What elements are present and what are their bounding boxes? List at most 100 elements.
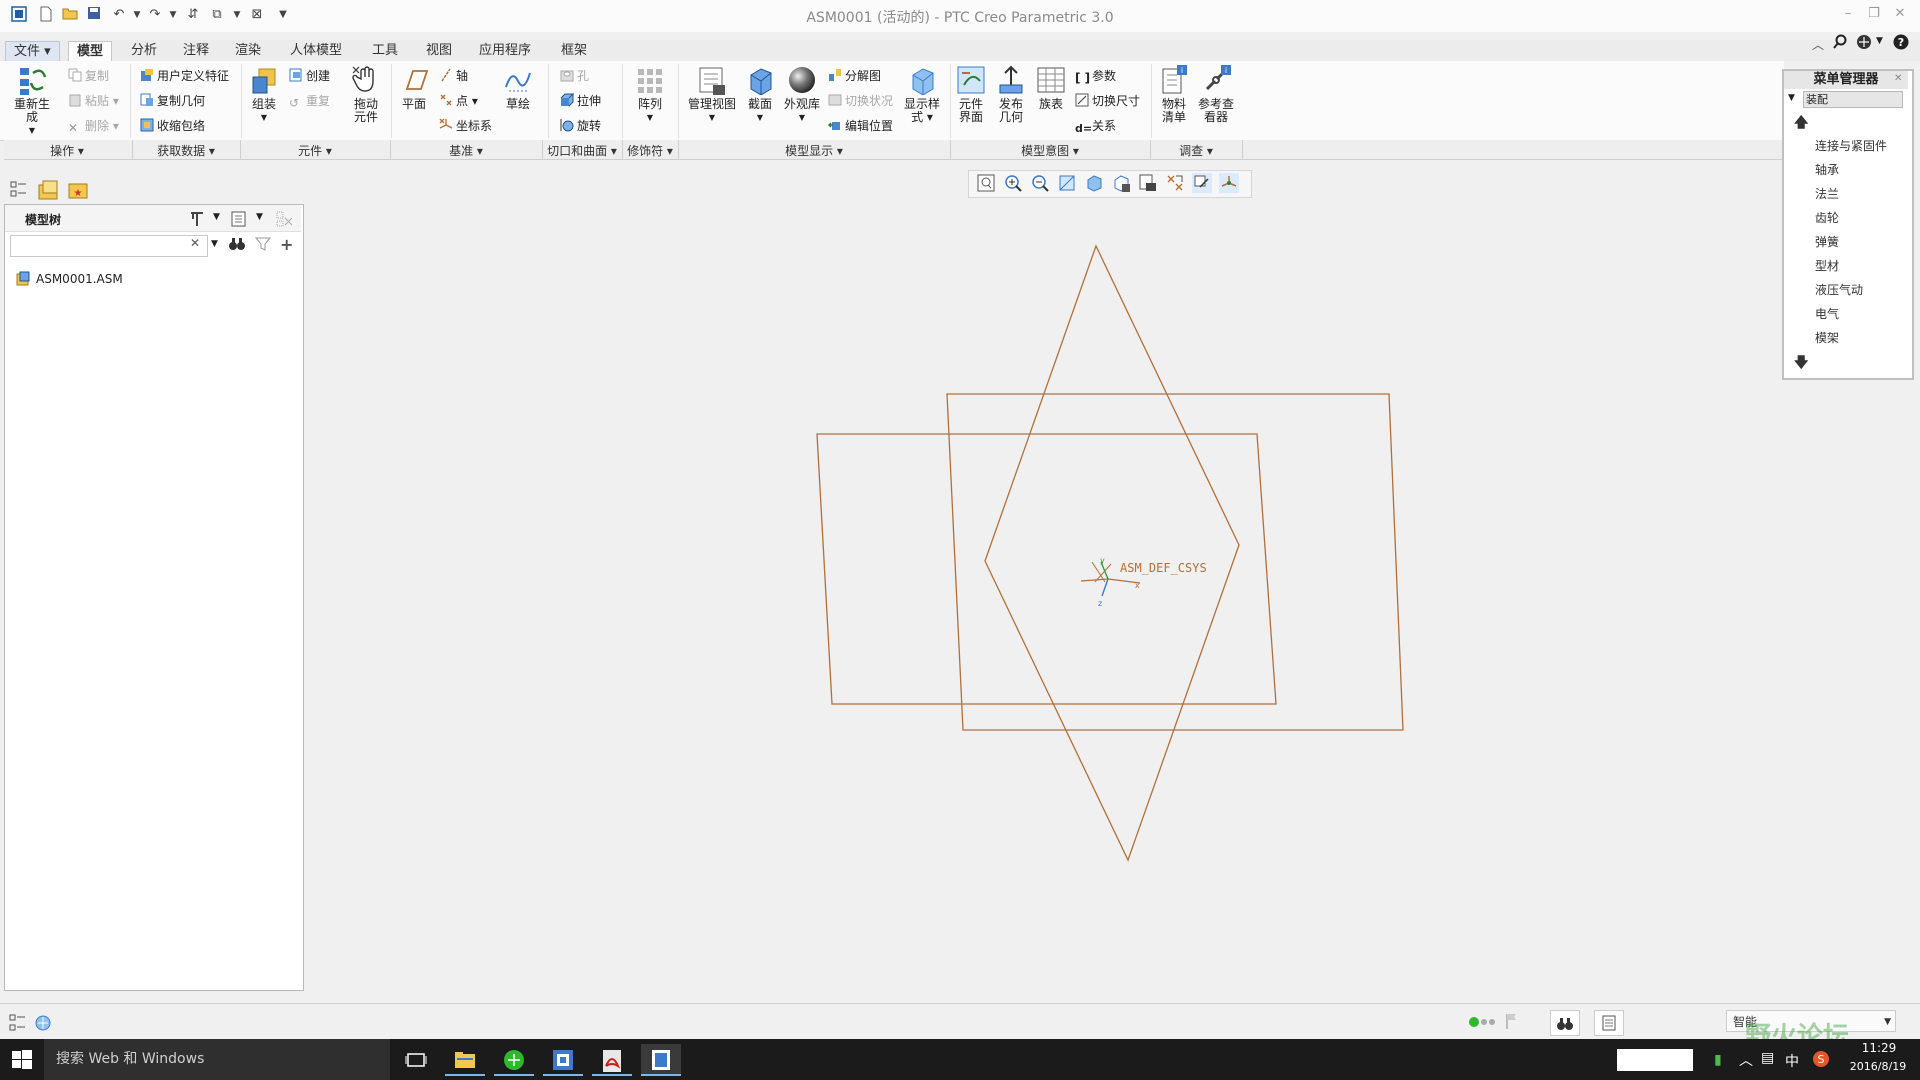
tab-file[interactable]: 文件 ▾ [5, 41, 60, 62]
pattern-button[interactable]: 阵列 ▼ [627, 65, 673, 124]
clock-date[interactable]: 2016/8/19 [1838, 1060, 1918, 1073]
parameters-button[interactable]: [ ] 参数 [1075, 67, 1116, 85]
find-binoculars-icon[interactable] [228, 235, 246, 256]
menu-item-hydraulics[interactable]: 液压气动 [1815, 281, 1863, 298]
open-icon[interactable] [61, 6, 79, 24]
clear-search-icon[interactable]: ✕ [190, 236, 200, 250]
menu-section-assembly[interactable]: 装配 [1803, 91, 1903, 108]
minimize-icon[interactable]: – [1838, 6, 1858, 24]
view-manager-icon[interactable] [1138, 173, 1158, 193]
group-operations[interactable]: 操作 ▾ [4, 142, 130, 159]
extrude-button[interactable]: 拉伸 [560, 92, 601, 110]
creo-parametric-icon[interactable] [641, 1044, 681, 1076]
windows-dropdown-icon[interactable]: ▼ [228, 6, 246, 24]
close-icon[interactable]: ✕ [1890, 6, 1910, 24]
browser-icon[interactable] [494, 1044, 534, 1076]
family-table-button[interactable]: 族表 [1028, 65, 1074, 111]
copy-button[interactable]: 复制 [68, 67, 109, 85]
group-model-intent[interactable]: 模型意图 ▾ [950, 142, 1150, 159]
search-icon[interactable] [1832, 34, 1848, 53]
plane-button[interactable]: 平面 [391, 65, 437, 111]
selection-list-button[interactable] [1594, 1010, 1624, 1036]
paste-button[interactable]: 粘贴 ▾ [68, 92, 119, 110]
action-center-icon[interactable]: ▤ [1761, 1050, 1774, 1066]
undo-icon[interactable]: ↶ [110, 6, 128, 24]
zoom-out-icon[interactable] [1030, 173, 1050, 193]
create-component-button[interactable]: 创建 [289, 67, 330, 85]
regenerate-quick-icon[interactable]: ⇵ [184, 6, 202, 24]
community-icon[interactable] [1856, 34, 1874, 53]
tab-framework[interactable]: 框架 [553, 41, 595, 60]
app-icon[interactable] [10, 6, 28, 24]
section-button[interactable]: 截面 ▼ [737, 65, 783, 124]
search-history-dropdown-icon[interactable]: ▼ [211, 239, 218, 249]
group-model-display[interactable]: 模型显示 ▾ [678, 142, 950, 159]
menu-item-electrical[interactable]: 电气 [1815, 305, 1839, 322]
windows-icon[interactable]: ⧉ [208, 6, 226, 24]
sogou-ime-icon[interactable]: S [1812, 1050, 1830, 1071]
manage-views-button[interactable]: 管理视图 ▼ [686, 65, 738, 124]
copy-geometry-button[interactable]: 复制几何 [140, 92, 205, 110]
drag-components-button[interactable]: 拖动 元件 [343, 65, 389, 124]
point-button[interactable]: 点 ▾ [439, 92, 478, 110]
customize-quick-access-icon[interactable]: ▼ [274, 6, 292, 24]
menu-item-mold-base[interactable]: 模架 [1815, 329, 1839, 346]
sketch-button[interactable]: 草绘 [495, 65, 541, 111]
tab-render[interactable]: 渲染 [227, 41, 269, 60]
group-datum[interactable]: 基准 ▾ [390, 142, 542, 159]
delete-button[interactable]: ✕ 删除 ▾ [68, 117, 119, 135]
show-hidden-icons-icon[interactable]: ︿ [1739, 1050, 1753, 1070]
creo-launcher-icon[interactable] [543, 1044, 583, 1076]
switch-dimensions-button[interactable]: 切换尺寸 [1075, 92, 1140, 110]
show-filter-dropdown-icon[interactable]: ▼ [256, 212, 263, 222]
zoom-in-icon[interactable] [1003, 173, 1023, 193]
hole-button[interactable]: 孔 [560, 67, 589, 85]
spin-center-icon[interactable] [1219, 173, 1239, 193]
add-icon[interactable]: + [280, 235, 293, 254]
repeat-button[interactable]: ↺ 重复 [289, 92, 330, 110]
tree-search-input[interactable] [10, 235, 208, 257]
selection-filter-dropdown[interactable]: 智能 ▼ [1726, 1010, 1896, 1032]
display-style-button[interactable]: 显示样式 ▾ [899, 65, 945, 124]
tree-settings-icon[interactable] [188, 210, 206, 231]
refit-icon[interactable] [976, 173, 996, 193]
tab-analysis[interactable]: 分析 [123, 41, 165, 60]
shrinkwrap-button[interactable]: 收缩包络 [140, 117, 205, 135]
menu-manager-close-icon[interactable]: ✕ [1894, 73, 1902, 84]
exploded-view-button[interactable]: 分解图 [828, 67, 881, 85]
taskbar-address-box[interactable] [1617, 1049, 1693, 1071]
appearance-gallery-button[interactable]: 外观库 ▼ [779, 65, 825, 124]
taskbar-search-box[interactable]: 搜索 Web 和 Windows [44, 1039, 390, 1080]
bom-button[interactable]: i 物料 清单 [1151, 65, 1197, 124]
group-cut-surface[interactable]: 切口和曲面 ▾ [542, 142, 622, 159]
group-get-data[interactable]: 获取数据 ▾ [132, 142, 240, 159]
new-icon[interactable] [37, 6, 55, 24]
repaint-icon[interactable] [1057, 173, 1077, 193]
saved-orientations-icon[interactable] [1111, 173, 1131, 193]
flag-icon[interactable] [1505, 1012, 1519, 1033]
show-filter-icon[interactable] [230, 210, 248, 231]
model-tree-tab-icon[interactable] [9, 180, 29, 203]
ime-indicator[interactable]: 中 [1785, 1051, 1799, 1071]
redo-icon[interactable]: ↷ [146, 6, 164, 24]
menu-item-springs[interactable]: 弹簧 [1815, 233, 1839, 250]
menu-item-gears[interactable]: 齿轮 [1815, 209, 1839, 226]
display-style-icon-small[interactable] [1084, 173, 1104, 193]
tab-model[interactable]: 模型 [68, 41, 113, 61]
clock-time[interactable]: 11:29 [1844, 1041, 1914, 1055]
axis-button[interactable]: 轴 [439, 67, 468, 85]
tab-view[interactable]: 视图 [418, 41, 460, 60]
toggle-navigator-icon[interactable] [8, 1013, 28, 1036]
csys-button[interactable]: 坐标系 [439, 117, 492, 135]
windows-start-icon[interactable] [12, 1050, 32, 1073]
datum-plane-asm-front[interactable] [984, 244, 1240, 862]
network-status-icon[interactable]: ▮ [1714, 1052, 1722, 1068]
menu-item-connectors[interactable]: 连接与紧固件 [1815, 137, 1887, 154]
menu-scroll-down-icon[interactable]: 🡇 [1794, 352, 1808, 376]
filter-icon[interactable] [254, 235, 272, 256]
task-view-icon[interactable] [396, 1044, 436, 1076]
community-dropdown-icon[interactable]: ▼ [1876, 36, 1883, 46]
tree-settings-dropdown-icon[interactable]: ▼ [213, 212, 220, 222]
tree-columns-icon[interactable] [275, 210, 295, 231]
annotation-display-icon[interactable] [1192, 173, 1212, 193]
